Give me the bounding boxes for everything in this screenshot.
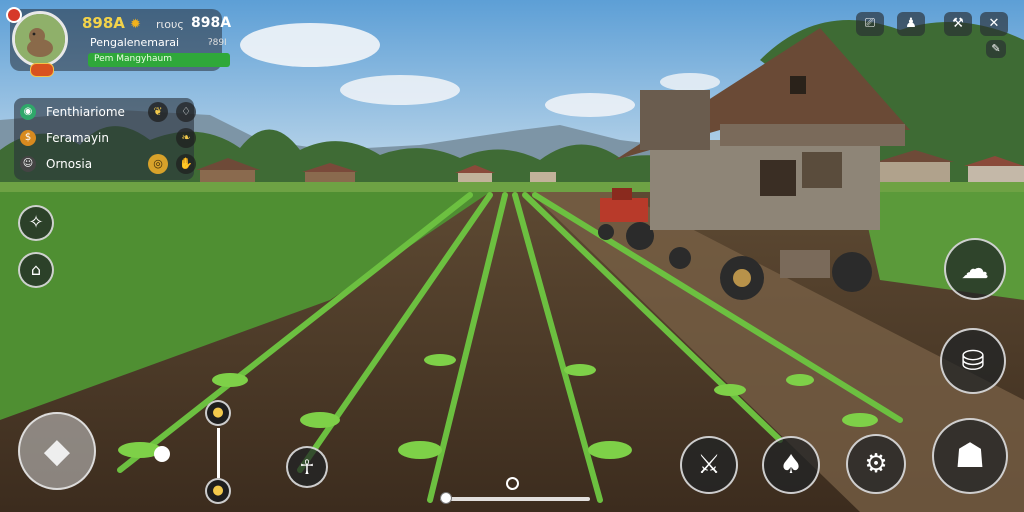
status-bar[interactable]: Pem Mangyhaum: [88, 53, 230, 67]
quest-panel: ◉ Fenthiariome ❦ ♢ $ Feramayin ❧ ☺ Ornos…: [14, 98, 196, 180]
move-joystick-icon[interactable]: ◆: [18, 412, 96, 490]
scarecrow-icon[interactable]: ☥: [286, 446, 328, 488]
plant-icon[interactable]: ☁: [944, 238, 1006, 300]
hoe-icon[interactable]: ⌂: [18, 252, 54, 288]
notification-badge: [6, 7, 22, 23]
chat-icon[interactable]: ✎: [986, 40, 1006, 58]
resource-label: rιους: [156, 18, 184, 31]
cloud: [545, 93, 635, 117]
slider-marker-icon: [506, 477, 519, 490]
player-number: ʔ89Ι: [208, 38, 227, 48]
settings-icon[interactable]: ⚙: [846, 434, 906, 494]
coin-stack-icon[interactable]: ◎: [148, 154, 168, 174]
tools-icon[interactable]: ⚒: [944, 12, 972, 36]
fertilizer-icon[interactable]: ●: [205, 478, 231, 504]
quest-item[interactable]: ◉ Fenthiariome ❦ ♢: [20, 102, 196, 124]
badge-icon[interactable]: ♢: [176, 102, 196, 122]
rock-icon[interactable]: ☗: [932, 418, 1008, 494]
sprout-icon[interactable]: ❦: [148, 102, 168, 122]
status-text: Pem Mangyhaum: [94, 54, 172, 64]
compass-icon[interactable]: ✧: [18, 205, 54, 241]
progress-slider[interactable]: [440, 497, 590, 501]
wheat-icon: ◉: [20, 104, 36, 120]
water-drop-icon[interactable]: ●: [205, 400, 231, 426]
currency-amount: 898A: [82, 14, 125, 32]
quest-item[interactable]: ☺ Ornosia ◎ ✋: [20, 154, 196, 176]
close-icon[interactable]: ✕: [980, 12, 1008, 36]
player-card[interactable]: 898A ✹ rιους 898A Pengalenemarai ʔ89Ι Pe…: [6, 7, 231, 77]
camera-icon[interactable]: ⎚: [856, 12, 884, 36]
coin-icon: ✹: [130, 17, 141, 32]
profile-icon[interactable]: ♟: [897, 12, 925, 36]
harvest-icon[interactable]: ⛁: [940, 328, 1006, 394]
slider-knob[interactable]: [440, 492, 452, 504]
dog-avatar-icon: [15, 14, 65, 64]
water-level-line: [217, 428, 220, 478]
player-name: Pengalenemarai: [90, 36, 180, 49]
cloud: [660, 73, 720, 91]
sickle-icon[interactable]: ⚔: [680, 436, 738, 494]
resource-value: 898A: [191, 15, 232, 31]
cloud: [240, 23, 380, 67]
shovel-icon[interactable]: ♠: [762, 436, 820, 494]
leaf-icon[interactable]: ❧: [176, 128, 196, 148]
gem-badge-icon: [30, 63, 54, 77]
quest-label: Ornosia: [46, 157, 93, 171]
quest-label: Feramayin: [46, 131, 109, 145]
seed-icon: $: [20, 130, 36, 146]
waypoint-icon[interactable]: [154, 446, 170, 462]
face-icon: ☺: [20, 156, 36, 172]
quest-item[interactable]: $ Feramayin ❧: [20, 128, 196, 150]
cloud: [340, 75, 460, 105]
hand-icon[interactable]: ✋: [176, 154, 196, 174]
quest-label: Fenthiariome: [46, 105, 125, 119]
